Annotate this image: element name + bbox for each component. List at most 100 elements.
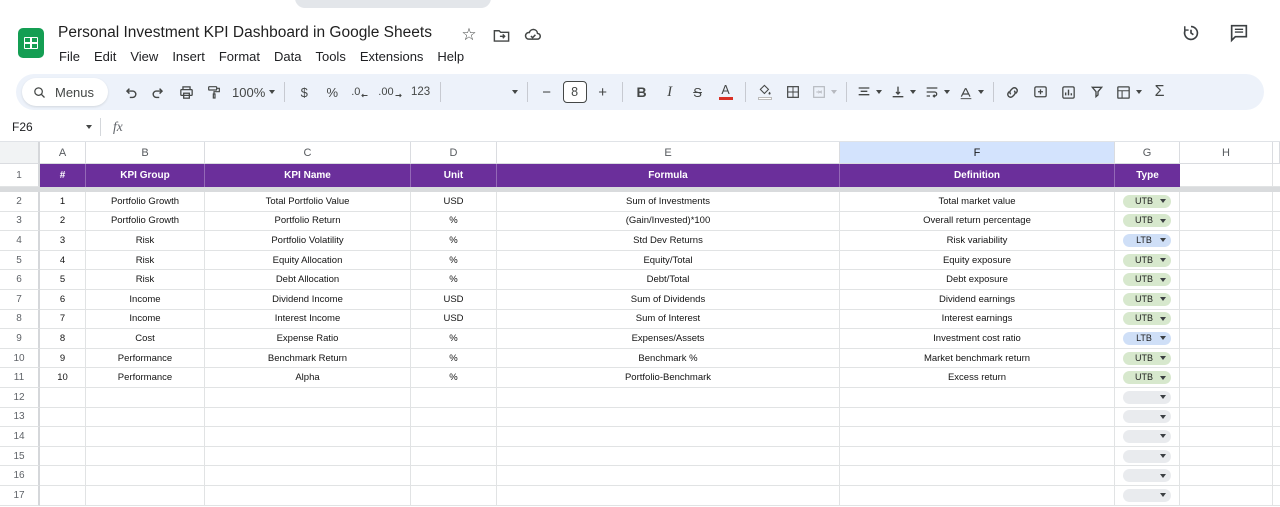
- type-dropdown-chip[interactable]: UTB: [1123, 214, 1171, 227]
- cell-type[interactable]: [1115, 486, 1180, 506]
- row-number[interactable]: 11: [0, 368, 40, 388]
- column-header-h[interactable]: H: [1180, 142, 1273, 164]
- increase-font-size-button[interactable]: +: [590, 79, 616, 105]
- cell-type[interactable]: UTB: [1115, 290, 1180, 310]
- cell-definition[interactable]: [840, 486, 1115, 506]
- row-number[interactable]: 2: [0, 192, 40, 212]
- row-number[interactable]: 17: [0, 486, 40, 506]
- type-dropdown-chip[interactable]: UTB: [1123, 352, 1171, 365]
- cell-formula[interactable]: [497, 427, 840, 447]
- cell-unit[interactable]: USD: [411, 310, 497, 330]
- type-dropdown-chip[interactable]: [1123, 489, 1171, 502]
- cell-kpi-group[interactable]: Cost: [86, 329, 205, 349]
- cell-kpi-group[interactable]: [86, 447, 205, 467]
- cell-unit[interactable]: USD: [411, 290, 497, 310]
- cell-num[interactable]: 9: [40, 349, 86, 369]
- row-number[interactable]: 8: [0, 310, 40, 330]
- redo-button[interactable]: [145, 79, 171, 105]
- insert-comment-button[interactable]: [1028, 79, 1054, 105]
- document-title[interactable]: Personal Investment KPI Dashboard in Goo…: [58, 24, 432, 42]
- name-box[interactable]: F26: [0, 120, 92, 134]
- column-header-g[interactable]: G: [1115, 142, 1180, 164]
- font-size-input[interactable]: 8: [563, 81, 587, 103]
- cell-num[interactable]: 4: [40, 251, 86, 271]
- cell-num[interactable]: 5: [40, 270, 86, 290]
- paint-format-icon[interactable]: [201, 79, 227, 105]
- menu-file[interactable]: File: [52, 46, 87, 67]
- type-dropdown-chip[interactable]: [1123, 430, 1171, 443]
- cell-definition[interactable]: [840, 466, 1115, 486]
- row-number[interactable]: 9: [0, 329, 40, 349]
- cell-kpi-group[interactable]: Risk: [86, 231, 205, 251]
- row-number[interactable]: 3: [0, 212, 40, 232]
- cell-type[interactable]: [1115, 447, 1180, 467]
- google-sheets-logo[interactable]: [18, 28, 44, 58]
- cell-num[interactable]: [40, 427, 86, 447]
- cell-kpi-group[interactable]: Risk: [86, 251, 205, 271]
- decrease-font-size-button[interactable]: −: [534, 79, 560, 105]
- insert-link-button[interactable]: [1000, 79, 1026, 105]
- cell-formula[interactable]: Sum of Dividends: [497, 290, 840, 310]
- cell-unit[interactable]: [411, 408, 497, 428]
- cell-kpi-group[interactable]: Income: [86, 310, 205, 330]
- functions-button[interactable]: Σ: [1147, 79, 1173, 105]
- row-number[interactable]: 12: [0, 388, 40, 408]
- decrease-decimal-button[interactable]: .0: [347, 79, 373, 105]
- cell-formula[interactable]: Benchmark %: [497, 349, 840, 369]
- type-dropdown-chip[interactable]: UTB: [1123, 273, 1171, 286]
- column-header-e[interactable]: E: [497, 142, 840, 164]
- zoom-select[interactable]: 100%: [229, 79, 278, 105]
- row-number[interactable]: 4: [0, 231, 40, 251]
- cell-formula[interactable]: [497, 447, 840, 467]
- cell-num[interactable]: [40, 447, 86, 467]
- fill-color-button[interactable]: [752, 79, 778, 105]
- cell-unit[interactable]: [411, 466, 497, 486]
- type-dropdown-chip[interactable]: LTB: [1123, 332, 1171, 345]
- cell-h[interactable]: [1180, 486, 1273, 506]
- undo-button[interactable]: [117, 79, 143, 105]
- cell-h[interactable]: [1180, 447, 1273, 467]
- cell-unit[interactable]: %: [411, 251, 497, 271]
- cell-unit[interactable]: %: [411, 349, 497, 369]
- column-header-f[interactable]: F: [840, 142, 1115, 164]
- star-icon[interactable]: ☆: [458, 24, 480, 46]
- cell-definition[interactable]: Market benchmark return: [840, 349, 1115, 369]
- menu-help[interactable]: Help: [430, 46, 471, 67]
- cell-num[interactable]: 3: [40, 231, 86, 251]
- cell-h1[interactable]: [1180, 164, 1273, 187]
- row-number[interactable]: 16: [0, 466, 40, 486]
- cell-formula[interactable]: [497, 388, 840, 408]
- cell-formula[interactable]: Portfolio-Benchmark: [497, 368, 840, 388]
- text-color-button[interactable]: A: [713, 79, 739, 105]
- select-all-corner[interactable]: [0, 142, 40, 164]
- cell-type[interactable]: UTB: [1115, 368, 1180, 388]
- menu-insert[interactable]: Insert: [165, 46, 212, 67]
- cell-unit[interactable]: USD: [411, 192, 497, 212]
- cell-h[interactable]: [1180, 290, 1273, 310]
- text-rotation-button[interactable]: [955, 79, 987, 105]
- cell-kpi-name[interactable]: Expense Ratio: [205, 329, 411, 349]
- menu-edit[interactable]: Edit: [87, 46, 123, 67]
- menu-view[interactable]: View: [123, 46, 165, 67]
- cell-type[interactable]: UTB: [1115, 349, 1180, 369]
- cell-type[interactable]: [1115, 466, 1180, 486]
- column-header-c[interactable]: C: [205, 142, 411, 164]
- cell-formula[interactable]: Sum of Investments: [497, 192, 840, 212]
- cell-definition[interactable]: Overall return percentage: [840, 212, 1115, 232]
- cell-definition[interactable]: [840, 388, 1115, 408]
- cell-type[interactable]: LTB: [1115, 329, 1180, 349]
- cell-kpi-group[interactable]: Performance: [86, 368, 205, 388]
- row-number[interactable]: 5: [0, 251, 40, 271]
- cell-kpi-group[interactable]: [86, 388, 205, 408]
- italic-button[interactable]: I: [657, 79, 683, 105]
- cell-type[interactable]: [1115, 408, 1180, 428]
- cell-formula[interactable]: Sum of Interest: [497, 310, 840, 330]
- cell-num[interactable]: 10: [40, 368, 86, 388]
- move-to-folder-icon[interactable]: [490, 24, 512, 46]
- cell-num[interactable]: [40, 466, 86, 486]
- type-dropdown-chip[interactable]: LTB: [1123, 234, 1171, 247]
- cell-kpi-name[interactable]: [205, 427, 411, 447]
- cell-h[interactable]: [1180, 388, 1273, 408]
- cell-h[interactable]: [1180, 368, 1273, 388]
- cell-num[interactable]: [40, 486, 86, 506]
